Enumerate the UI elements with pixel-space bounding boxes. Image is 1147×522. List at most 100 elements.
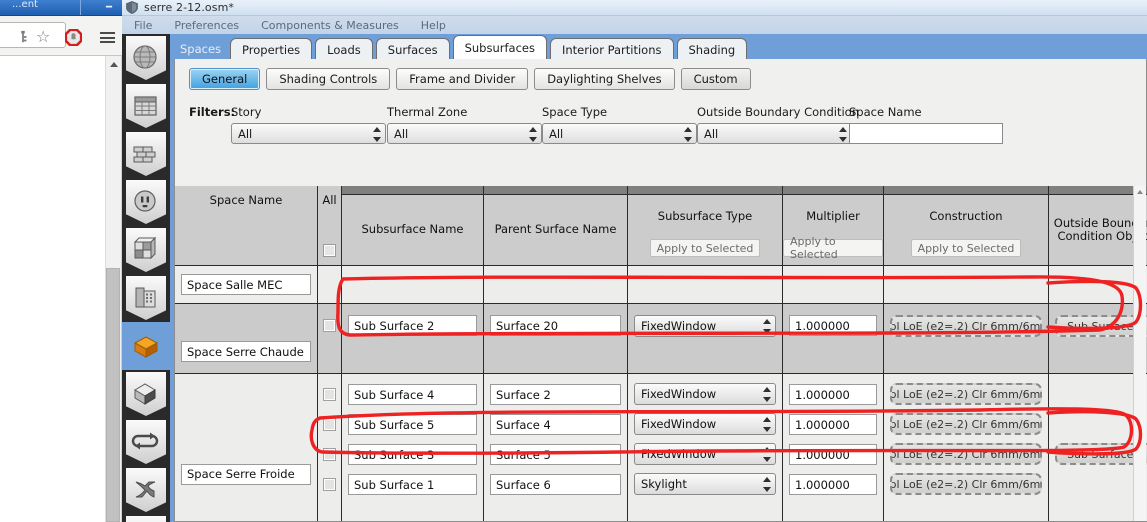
subsurface-name-input[interactable]: Sub Surface 4 [348, 384, 477, 405]
space-name-input[interactable]: Space Serre Chaude [181, 341, 311, 362]
tab-interior-partitions[interactable]: Interior Partitions [549, 38, 674, 60]
chevron-updown-icon[interactable] [762, 319, 771, 334]
rail-item-variables[interactable] [122, 466, 170, 514]
chevron-updown-icon[interactable] [762, 417, 771, 432]
construction-dropzone[interactable]: Dbl LoE (e2=.2) Clr 6mm/6mm [890, 383, 1042, 405]
menu-help[interactable]: Help [421, 19, 446, 32]
rail-item-thermal-zones[interactable] [122, 370, 170, 418]
apply-to-selected-multiplier[interactable]: Apply to Selected [783, 235, 883, 261]
subsurface-type-select[interactable]: FixedWindow [634, 383, 776, 405]
multiplier-input[interactable]: 1.000000 [789, 384, 877, 405]
menu-components-measures[interactable]: Components & Measures [261, 19, 399, 32]
star-icon[interactable]: ☆ [36, 29, 50, 45]
construction-dropzone[interactable]: Dbl LoE (e2=.2) Clr 6mm/6mm [890, 413, 1042, 435]
rail-item-site[interactable] [122, 34, 170, 82]
tab-shading[interactable]: Shading [676, 38, 748, 60]
space-name-input[interactable]: Space Salle MEC [181, 274, 311, 295]
chevron-updown-icon[interactable] [372, 127, 381, 142]
chevron-updown-icon[interactable] [528, 127, 537, 142]
column-header-subsurface-name: Subsurface Name [342, 186, 484, 266]
subsurface-name-input[interactable]: Sub Surface 3 [348, 444, 477, 465]
subsurface-type-select[interactable]: FixedWindow [634, 443, 776, 465]
cell-subsurface-name [342, 266, 484, 304]
scroll-up-icon[interactable] [1137, 190, 1143, 194]
browser-tab-label[interactable]: ...ent [12, 0, 38, 10]
cell-subsurface-type [628, 266, 783, 304]
cell-subsurface-name: Sub Surface 2 [342, 304, 484, 374]
row-checkbox[interactable] [323, 448, 336, 461]
subtab-general[interactable]: General [189, 68, 261, 90]
subsurface-type-value: FixedWindow [641, 319, 717, 333]
select-all-checkbox[interactable] [323, 244, 336, 257]
browser-scrollbar-thumb[interactable] [106, 268, 120, 522]
subsurface-name-input[interactable]: Sub Surface 1 [348, 474, 477, 495]
rail-item-spaces[interactable] [122, 322, 170, 370]
scroll-up-icon[interactable] [110, 62, 118, 67]
parent-surface-name-input[interactable]: Surface 20 [490, 315, 621, 336]
parent-surface-name-input[interactable]: Surface 6 [490, 474, 621, 495]
menu-preferences[interactable]: Preferences [174, 19, 239, 32]
chevron-updown-icon[interactable] [762, 477, 771, 492]
construction-dropzone[interactable]: Dbl LoE (e2=.2) Clr 6mm/6mm [890, 315, 1042, 337]
key-icon[interactable] [16, 30, 30, 44]
apply-to-selected-construction[interactable]: Apply to Selected [910, 239, 1022, 257]
filter-outside-boundary-condition-combo[interactable]: All [697, 123, 852, 144]
chevron-updown-icon[interactable] [762, 447, 771, 462]
rail-item-hvac-systems[interactable] [122, 418, 170, 466]
rail-item-loads[interactable] [122, 178, 170, 226]
address-bar[interactable] [0, 22, 66, 48]
zone-cube-icon [134, 383, 156, 405]
parent-surface-name-input[interactable]: Surface 5 [490, 444, 621, 465]
filter-space-type-combo[interactable]: All [542, 123, 697, 144]
filter-thermal-zone-combo[interactable]: All [387, 123, 542, 144]
chevron-updown-icon[interactable] [683, 127, 692, 142]
filter-story-combo[interactable]: All [231, 123, 386, 144]
filter-label-thermal-zone: Thermal Zone [387, 105, 468, 119]
multiplier-input[interactable]: 1.000000 [789, 444, 877, 465]
cell-construction: Dbl LoE (e2=.2) Clr 6mm/6mm Dbl LoE (e2=… [884, 374, 1049, 521]
filter-thermal-zone-value: All [394, 126, 409, 141]
tab-loads[interactable]: Loads [315, 38, 373, 60]
chevron-updown-icon[interactable] [762, 387, 771, 402]
apply-to-selected-subsurface-type[interactable]: Apply to Selected [649, 239, 761, 257]
rail-item-schedules[interactable] [122, 82, 170, 130]
row-checkbox[interactable] [323, 388, 336, 401]
multiplier-input[interactable]: 1.000000 [789, 315, 877, 336]
grid-scrollbar[interactable] [1133, 186, 1146, 521]
cell-space-name: Space Serre Froide [175, 374, 318, 521]
rail-item-building[interactable] [122, 274, 170, 322]
tab-properties[interactable]: Properties [230, 38, 313, 60]
parent-surface-name-input[interactable]: Surface 2 [490, 384, 621, 405]
construction-dropzone[interactable]: Dbl LoE (e2=.2) Clr 6mm/6mm [890, 443, 1042, 465]
subtab-shading-controls[interactable]: Shading Controls [266, 68, 391, 90]
menu-file[interactable]: File [134, 19, 152, 32]
multiplier-input[interactable]: 1.000000 [789, 474, 877, 495]
filter-space-name-input[interactable] [849, 123, 1003, 144]
hamburger-menu-icon[interactable] [100, 32, 115, 43]
chevron-updown-icon[interactable] [838, 127, 847, 142]
parent-surface-name-input[interactable]: Surface 4 [490, 414, 621, 435]
rail-item-constructions[interactable] [122, 130, 170, 178]
subsurface-type-select[interactable]: Skylight [634, 473, 776, 495]
tab-surfaces[interactable]: Surfaces [375, 38, 450, 60]
multiplier-input[interactable]: 1.000000 [789, 414, 877, 435]
rail-item-space-types[interactable] [122, 226, 170, 274]
row-checkbox[interactable] [323, 418, 336, 431]
row-checkbox[interactable] [323, 319, 336, 332]
subsurface-name-input[interactable]: Sub Surface 2 [348, 315, 477, 336]
construction-dropzone[interactable]: Dbl LoE (e2=.2) Clr 6mm/6mm [890, 473, 1042, 495]
row-checkbox[interactable] [323, 478, 336, 491]
tab-spaces[interactable]: Spaces [174, 38, 227, 60]
subsurface-type-select[interactable]: FixedWindow [634, 413, 776, 435]
subsurface-type-value: FixedWindow [641, 447, 717, 461]
rail-item-simulation-settings[interactable] [122, 514, 170, 522]
cell-parent-surface-name: Surface 2 Surface 4 Surface 5 Surface 6 [484, 374, 628, 521]
subsurface-name-input[interactable]: Sub Surface 5 [348, 414, 477, 435]
subtab-daylighting-shelves[interactable]: Daylighting Shelves [534, 68, 675, 90]
subtab-frame-and-divider[interactable]: Frame and Divider [396, 68, 529, 90]
tab-subsurfaces[interactable]: Subsurfaces [452, 35, 547, 60]
space-name-input[interactable]: Space Serre Froide [181, 463, 311, 485]
subtab-custom[interactable]: Custom [680, 68, 751, 90]
subsurface-type-select[interactable]: FixedWindow [634, 315, 776, 337]
adblock-icon[interactable] [65, 29, 82, 46]
